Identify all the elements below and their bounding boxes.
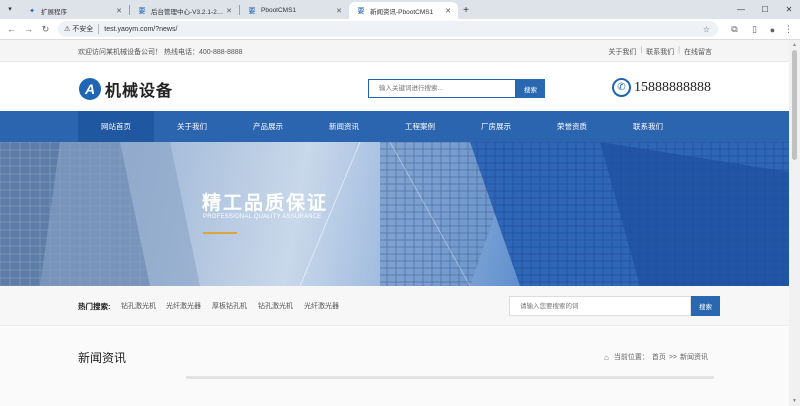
hot-word[interactable]: 钻孔激光机 — [121, 301, 156, 311]
nav-item-cases[interactable]: 工程案例 — [382, 111, 458, 142]
link-separator: | — [678, 47, 680, 54]
minimize-icon[interactable]: — — [730, 0, 752, 19]
scrollbar-thumb[interactable] — [792, 50, 797, 160]
link-separator: | — [640, 47, 643, 54]
browser-tab-strip: ▾ ✦ 扩展程序 ✕ 要 后台管理中心-V3.2.1-20220 ✕ 要 Pbo… — [0, 0, 800, 19]
address-bar[interactable]: ⚠ 不安全 test.yaoym.com/?news/ ☆ — [58, 21, 718, 37]
welcome-text: 欢迎访问某机械设备公司！ 热线电话：400-888-8888 — [78, 49, 243, 56]
web-page: 欢迎访问某机械设备公司！ 热线电话：400-888-8888 关于我们 | 联系… — [0, 40, 789, 406]
top-link-contact[interactable]: 联系我们 — [646, 47, 674, 57]
hot-search-form: 搜索 — [509, 296, 720, 316]
tab-search-icon[interactable]: ▾ — [4, 3, 16, 15]
breadcrumb-label: 当前位置： — [613, 354, 649, 361]
section-title: 新闻资讯 — [78, 351, 127, 365]
hot-word[interactable]: 光纤激光器 — [304, 301, 339, 311]
scroll-up-icon[interactable]: ▲ — [792, 42, 797, 48]
url-text[interactable]: test.yaoym.com/?news/ — [104, 26, 177, 33]
phone-contact: ✆ 15888888888 — [612, 78, 711, 97]
breadcrumb-separator: >> — [668, 353, 678, 361]
puzzle-icon: ✦ — [29, 7, 35, 15]
pboot-icon: 要 — [138, 7, 146, 15]
home-icon: ⌂ — [604, 352, 609, 362]
close-icon[interactable]: ✕ — [335, 7, 343, 15]
top-link-message[interactable]: 在线留言 — [684, 47, 712, 57]
close-icon[interactable]: ✕ — [225, 7, 233, 15]
hot-word[interactable]: 光纤激光器 — [166, 301, 201, 311]
extensions-icon[interactable]: ⧉ — [726, 21, 743, 38]
window-close-icon[interactable]: ✕ — [778, 0, 800, 19]
warning-icon: ⚠ — [64, 26, 71, 33]
news-section-header: 新闻资讯 ⌂ 当前位置： 首页 >> 新闻资讯 — [0, 327, 789, 406]
nav-item-about[interactable]: 关于我们 — [154, 111, 230, 142]
browser-tab-news[interactable]: 要 新闻资讯-PbootCMS1 ✕ — [349, 2, 458, 19]
reload-icon[interactable]: ↻ — [37, 21, 54, 38]
banner-subtitle: PROFESSIONAL QUALITY ASSURANCE — [203, 214, 322, 220]
forward-icon[interactable]: → — [20, 21, 37, 38]
browser-toolbar: ← → ↻ ⚠ 不安全 test.yaoym.com/?news/ ☆ — [0, 19, 800, 40]
menu-icon[interactable]: ⋮ — [780, 21, 797, 38]
header-search-button[interactable]: 搜索 — [516, 79, 545, 98]
phone-number: 15888888888 — [634, 79, 711, 95]
bookmark-star-icon[interactable]: ☆ — [703, 25, 710, 34]
side-panel-icon[interactable]: ▯ — [746, 21, 763, 38]
hero-banner: 精工品质保证 PROFESSIONAL QUALITY ASSURANCE — [0, 142, 789, 286]
header-search: 搜索 — [368, 79, 545, 98]
maximize-icon[interactable]: ☐ — [754, 0, 776, 19]
nav-item-products[interactable]: 产品展示 — [230, 111, 306, 142]
browser-tab-pbootcms[interactable]: 要 PbootCMS1 ✕ — [240, 2, 349, 19]
logo-name: 机械设备 — [105, 81, 174, 100]
top-info-bar: 欢迎访问某机械设备公司！ 热线电话：400-888-8888 关于我们 | 联系… — [0, 40, 789, 62]
hot-search-input[interactable] — [509, 296, 691, 316]
close-icon[interactable]: ✕ — [115, 7, 123, 15]
logo-mark-icon: A — [79, 78, 101, 100]
hot-search-bar: 热门搜索: 钻孔激光机 光纤激光器 厚板钻孔机 钻孔激光机 光纤激光器 搜索 — [0, 286, 789, 326]
tab-title: 新闻资讯-PbootCMS1 — [370, 8, 434, 16]
breadcrumb: ⌂ 当前位置： 首页 >> 新闻资讯 — [604, 352, 711, 362]
not-secure-label[interactable]: 不安全 — [72, 24, 100, 34]
top-links: 关于我们 | 联系我们 | 在线留言 — [608, 47, 712, 57]
phone-icon: ✆ — [612, 78, 631, 97]
nav-item-honors[interactable]: 荣誉资质 — [534, 111, 610, 142]
browser-tab-extensions[interactable]: ✦ 扩展程序 ✕ — [20, 2, 129, 19]
building-illustration — [0, 142, 789, 286]
scroll-down-icon[interactable]: ▼ — [792, 398, 797, 404]
main-nav: 网站首页 关于我们 产品展示 新闻资讯 工程案例 厂房展示 荣誉资质 联系我们 — [0, 111, 789, 142]
browser-tab-admin[interactable]: 要 后台管理中心-V3.2.1-20220 ✕ — [130, 2, 239, 19]
close-icon[interactable]: ✕ — [444, 7, 452, 15]
nav-item-home[interactable]: 网站首页 — [78, 111, 154, 142]
page-scrollbar[interactable]: ▲ ▼ — [789, 40, 800, 406]
hot-search-button[interactable]: 搜索 — [691, 296, 720, 316]
back-icon[interactable]: ← — [3, 21, 20, 38]
tab-title: PbootCMS1 — [261, 7, 297, 14]
breadcrumb-home[interactable]: 首页 — [652, 352, 666, 362]
banner-title: 精工品质保证 — [202, 192, 329, 214]
hot-word[interactable]: 厚板钻孔机 — [212, 301, 247, 311]
site-logo[interactable]: A 机械设备 — [79, 77, 173, 101]
hot-search-label: 热门搜索: — [78, 302, 111, 311]
top-link-about[interactable]: 关于我们 — [608, 47, 636, 57]
banner-accent-bar — [203, 232, 237, 234]
tab-title: 后台管理中心-V3.2.1-20220 — [151, 8, 225, 16]
nav-item-news[interactable]: 新闻资讯 — [306, 111, 382, 142]
site-header: A 机械设备 搜索 ✆ 15888888888 — [0, 62, 789, 111]
section-divider — [186, 376, 714, 379]
hot-word[interactable]: 钻孔激光机 — [258, 301, 293, 311]
header-search-input[interactable] — [368, 79, 516, 98]
pboot-icon: 要 — [248, 7, 256, 15]
new-tab-button[interactable]: + — [458, 2, 474, 19]
nav-item-contact[interactable]: 联系我们 — [610, 111, 686, 142]
nav-item-factory[interactable]: 厂房展示 — [458, 111, 534, 142]
profile-icon[interactable]: ● — [764, 21, 781, 38]
pboot-icon: 要 — [357, 7, 365, 15]
tab-title: 扩展程序 — [41, 8, 67, 16]
breadcrumb-current: 新闻资讯 — [680, 354, 709, 361]
